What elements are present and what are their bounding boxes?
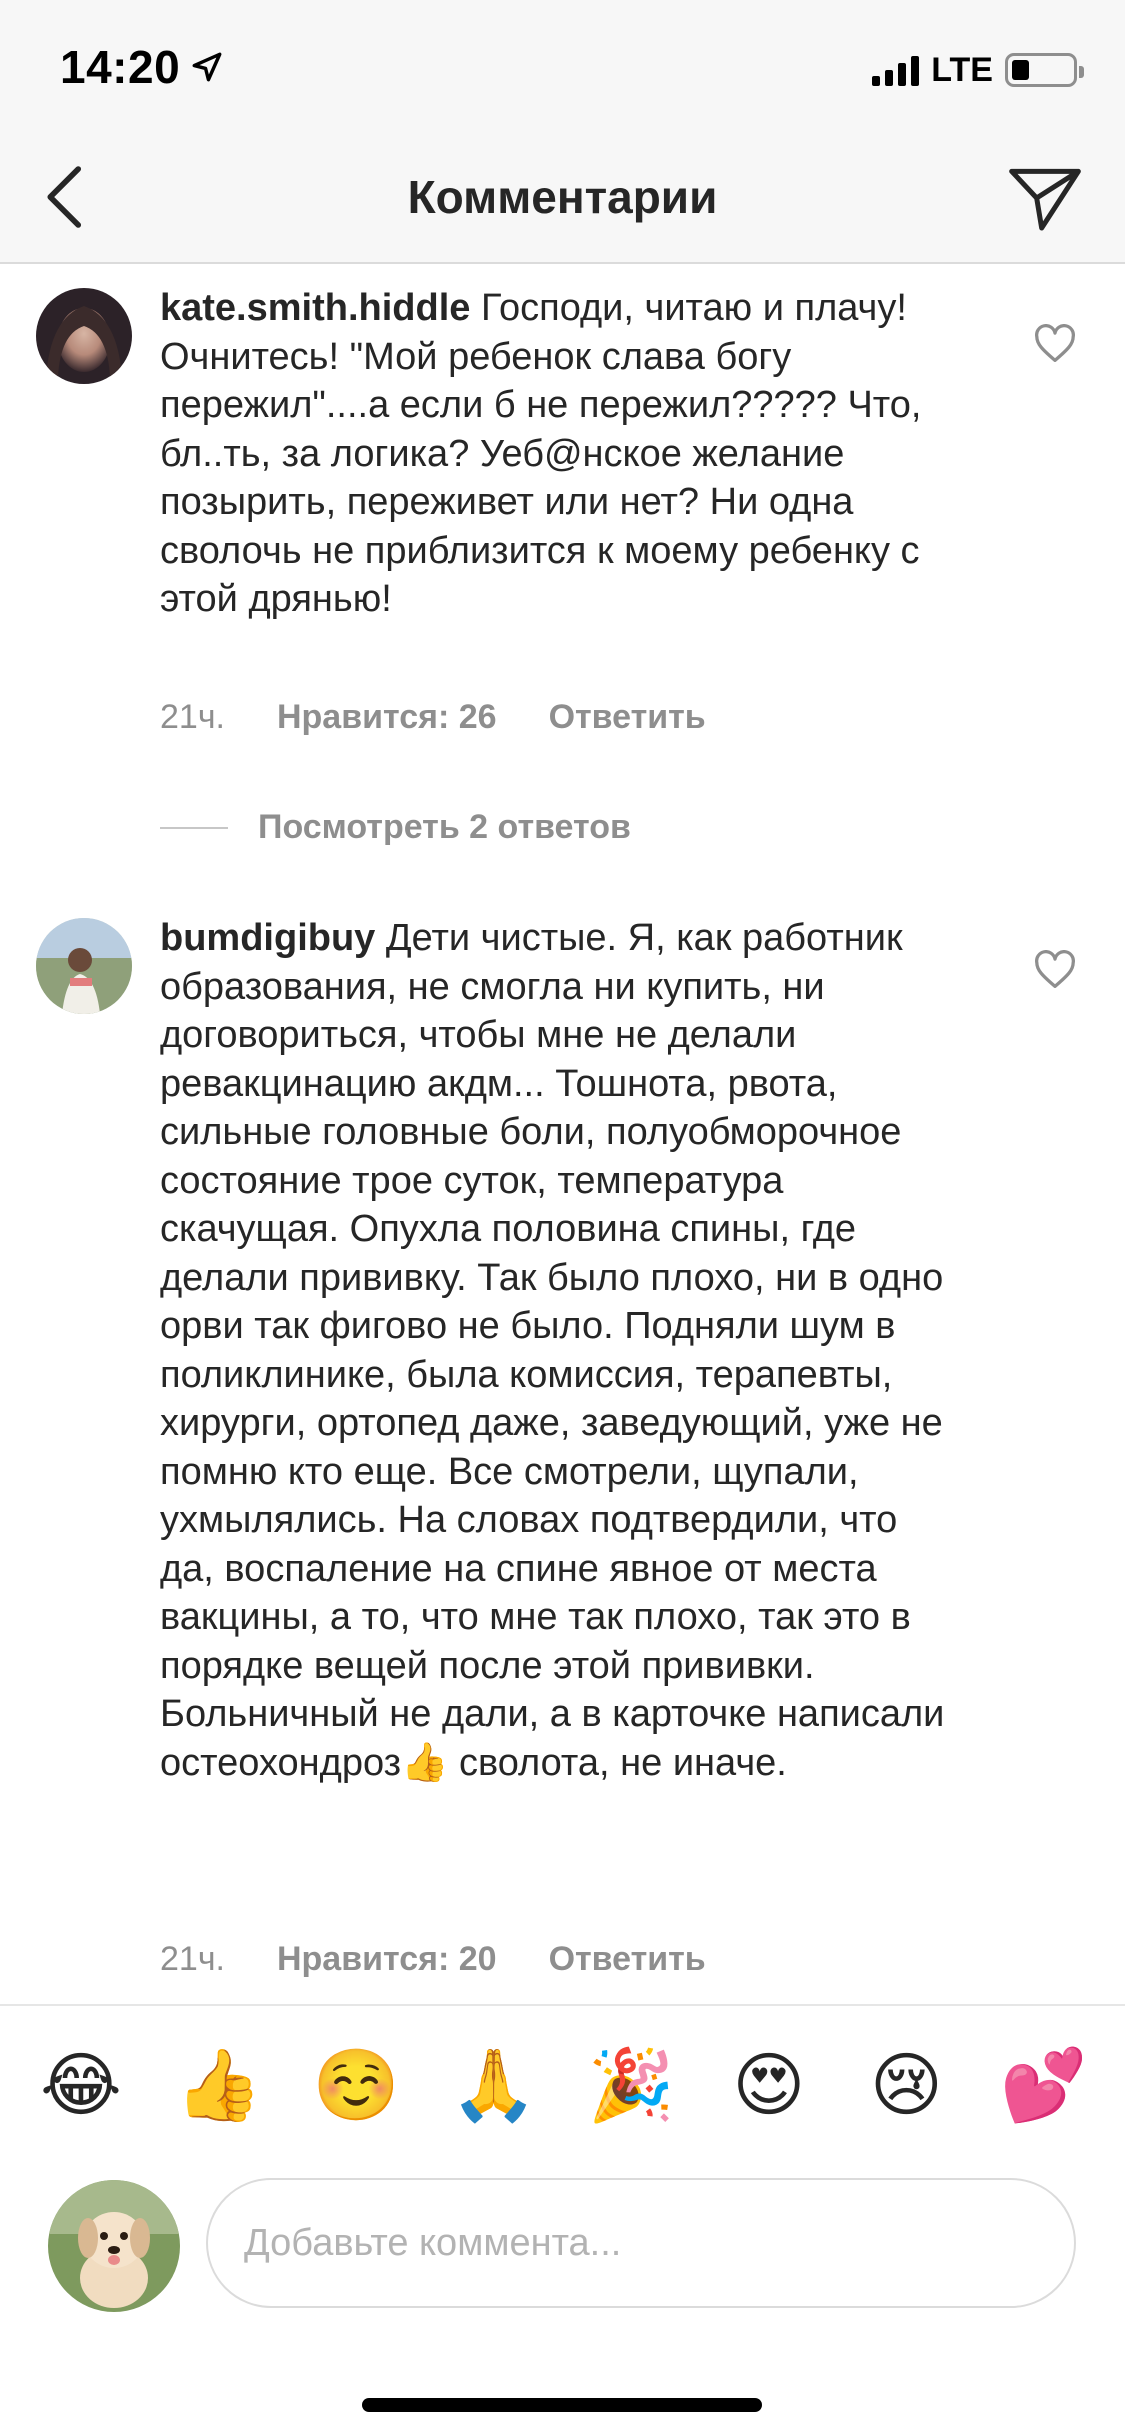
comments-list[interactable]: kate.smith.hiddle Господи, читаю и плачу…	[0, 264, 1125, 2004]
emoji-heart-eyes[interactable]: 😍	[724, 2050, 814, 2120]
status-time: 14:20	[60, 41, 181, 93]
comment-text: Господи, читаю и плачу! Очнитесь! "Мой р…	[160, 287, 922, 620]
emoji-folded-hands[interactable]: 🙏	[449, 2050, 539, 2120]
comment-body: kate.smith.hiddle Господи, читаю и плачу…	[160, 284, 960, 624]
replies-divider	[160, 826, 228, 829]
avatar[interactable]	[36, 288, 132, 384]
emoji-smiling[interactable]: ☺️	[311, 2050, 401, 2120]
comment-body: bumdigibuy Дети чистые. Я, как работник …	[160, 914, 960, 1787]
comment-composer	[0, 2164, 1125, 2324]
home-indicator[interactable]	[362, 2398, 762, 2412]
location-arrow-icon	[192, 52, 222, 82]
heart-outline-icon[interactable]	[1033, 324, 1077, 364]
emoji-joy[interactable]: 😂	[36, 2050, 126, 2120]
emoji-thumbs-up[interactable]: 👍	[174, 2050, 264, 2120]
status-bar: 14:20 LTE	[0, 0, 1125, 132]
comment-likes[interactable]: Нравится: 26	[277, 698, 497, 737]
emoji-two-hearts[interactable]: 💕	[999, 2050, 1089, 2120]
comment-meta: 21ч. Нравится: 20 Ответить	[160, 1940, 706, 1979]
heart-outline-icon[interactable]	[1033, 950, 1077, 990]
view-replies-button[interactable]: Посмотреть 2 ответов	[160, 808, 631, 847]
paper-plane-icon[interactable]	[1005, 158, 1085, 238]
emoji-bar: 😂 👍 ☺️ 🙏 🎉 😍 😢 💕	[0, 2004, 1125, 2164]
comment-meta: 21ч. Нравится: 26 Ответить	[160, 698, 706, 737]
battery-icon	[1005, 53, 1084, 87]
emoji-party-popper[interactable]: 🎉	[586, 2050, 676, 2120]
reply-button[interactable]: Ответить	[549, 698, 706, 737]
reply-button[interactable]: Ответить	[549, 1940, 706, 1979]
navigation-header: Комментарии	[0, 132, 1125, 264]
comment-input[interactable]	[206, 2178, 1076, 2308]
comment-time: 21ч.	[160, 1940, 225, 1978]
comment-likes[interactable]: Нравится: 20	[277, 1940, 497, 1979]
network-type: LTE	[931, 50, 993, 89]
avatar	[48, 2180, 180, 2312]
signal-strength-icon	[872, 54, 920, 86]
battery-fill	[1012, 60, 1029, 80]
comment-time: 21ч.	[160, 698, 225, 736]
comment-username[interactable]: kate.smith.hiddle	[160, 287, 470, 329]
page-title: Комментарии	[407, 171, 718, 223]
emoji-crying[interactable]: 😢	[861, 2050, 951, 2120]
status-indicators: LTE	[872, 50, 1084, 90]
comment-username[interactable]: bumdigibuy	[160, 917, 375, 959]
comment-text: Дети чистые. Я, как работник образования…	[160, 917, 945, 1784]
avatar[interactable]	[36, 918, 132, 1014]
view-replies-label: Посмотреть 2 ответов	[258, 808, 631, 846]
